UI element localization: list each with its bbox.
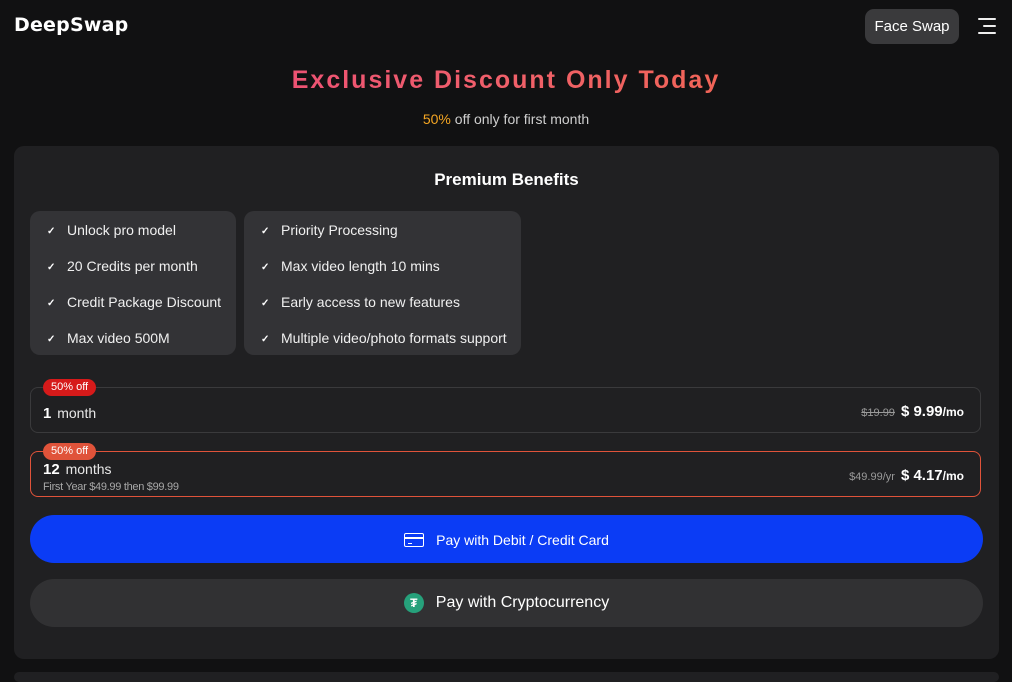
- original-price: $19.99: [861, 407, 895, 419]
- top-bar: DeepSwap Face Swap: [0, 0, 1012, 56]
- next-section-edge: [14, 672, 999, 682]
- check-icon: ✓: [47, 334, 56, 345]
- hamburger-menu-icon[interactable]: [978, 18, 996, 34]
- pay-with-crypto-button[interactable]: ₮ Pay with Cryptocurrency: [30, 579, 983, 627]
- check-icon: ✓: [261, 298, 270, 309]
- discount-badge: 50% off: [43, 379, 97, 396]
- discounted-price: $ 9.99: [900, 403, 943, 420]
- plan-duration: 12 months: [43, 461, 112, 478]
- face-swap-button[interactable]: Face Swap: [865, 9, 959, 44]
- plan-duration: 1 month: [43, 405, 97, 422]
- plan-option-12-months[interactable]: 50% off 12 months First Year $49.99 then…: [30, 443, 981, 497]
- check-icon: ✓: [47, 298, 56, 309]
- promo-subline: 50% off only for first month: [0, 111, 1012, 127]
- benefit-item: ✓ Unlock pro model: [47, 222, 176, 238]
- discounted-price: $ 4.17: [900, 467, 943, 484]
- yearly-price: $49.99/yr: [849, 471, 895, 483]
- check-icon: ✓: [261, 334, 270, 345]
- plan-price: $49.99/yr $ 4.17/mo: [849, 467, 964, 484]
- plan-note: First Year $49.99 then $99.99: [43, 481, 179, 493]
- price-unit: /mo: [942, 405, 964, 419]
- plan-option-1-month[interactable]: 50% off 1 month $19.99 $ 9.99/mo: [30, 379, 981, 433]
- benefit-item: ✓ Early access to new features: [261, 294, 460, 310]
- benefit-item: ✓ Max video length 10 mins: [261, 258, 440, 274]
- discount-percent: 50%: [422, 111, 451, 127]
- plan-price: $19.99 $ 9.99/mo: [861, 403, 964, 420]
- benefit-item: ✓ Credit Package Discount: [47, 294, 222, 310]
- discount-text: off only for first month: [450, 111, 590, 127]
- benefits-list-left: ✓ Unlock pro model ✓ 20 Credits per month …: [30, 211, 236, 355]
- pay-with-card-button[interactable]: Pay with Debit / Credit Card: [30, 515, 983, 563]
- premium-benefits-title: Premium Benefits: [434, 170, 579, 189]
- benefit-item: ✓ Multiple video/photo formats support: [261, 330, 507, 346]
- benefit-item: ✓ 20 Credits per month: [47, 258, 198, 274]
- premium-card: Premium Benefits ✓ Unlock pro model ✓ 20 C…: [14, 146, 999, 659]
- benefit-item: ✓ Max video 500M: [47, 330, 170, 346]
- discount-badge: 50% off: [43, 443, 97, 460]
- pay-crypto-label: Pay with Cryptocurrency: [435, 594, 610, 611]
- benefit-item: ✓ Priority Processing: [261, 222, 398, 238]
- check-icon: ✓: [261, 262, 270, 273]
- credit-card-icon: [404, 533, 425, 548]
- promo-headline: Exclusive Discount Only Today: [0, 66, 1012, 95]
- tether-icon: ₮: [403, 593, 424, 613]
- check-icon: ✓: [47, 262, 56, 273]
- benefits-list-right: ✓ Priority Processing ✓ Max video length 1…: [244, 211, 521, 355]
- pay-card-label: Pay with Debit / Credit Card: [436, 532, 609, 549]
- check-icon: ✓: [261, 226, 270, 237]
- check-icon: ✓: [47, 226, 56, 237]
- price-unit: /mo: [942, 469, 964, 483]
- deepswap-logo[interactable]: DeepSwap: [14, 14, 128, 36]
